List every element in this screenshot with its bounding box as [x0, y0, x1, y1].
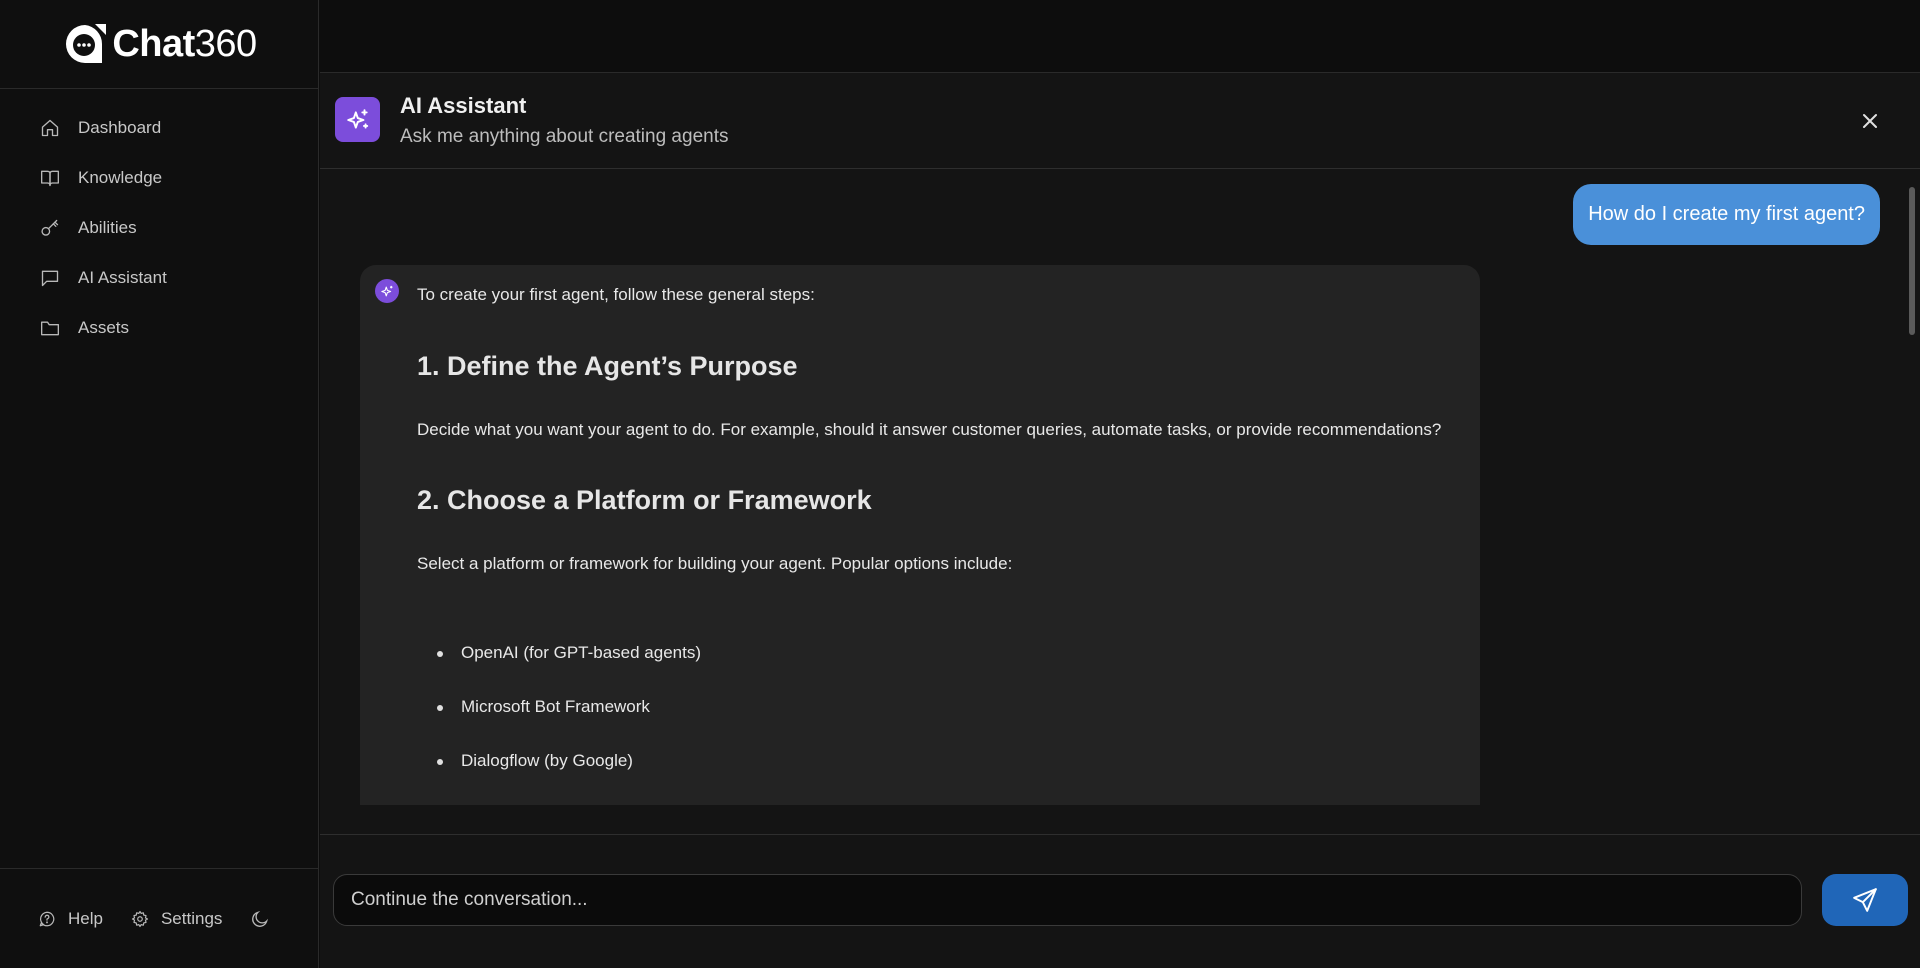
sparkles-icon [346, 108, 368, 129]
send-button[interactable] [1822, 874, 1908, 926]
sidebar-item-label: Assets [78, 318, 130, 337]
message-intro: To create your first agent, follow these… [417, 285, 815, 304]
sidebar-item-abilities[interactable]: Abilities [0, 203, 319, 253]
folder-icon [41, 321, 59, 336]
message-icon [41, 270, 59, 287]
assistant-avatar [335, 97, 380, 142]
chat-bubble-logo-icon [66, 24, 107, 63]
gear-icon [131, 910, 149, 927]
sidebar-nav: Dashboard Knowledge Abilities AI Assista… [0, 103, 319, 353]
sidebar-item-dashboard[interactable]: Dashboard [0, 103, 319, 153]
list-item: Microsoft Bot Framework [417, 697, 701, 751]
settings-button[interactable]: Settings [131, 909, 222, 929]
user-message: How do I create my first agent? [1573, 184, 1880, 245]
home-icon [41, 119, 59, 137]
list-item: OpenAI (for GPT-based agents) [417, 643, 701, 697]
send-icon [1853, 888, 1877, 912]
top-bar [320, 0, 1920, 73]
sidebar-item-label: Dashboard [78, 118, 162, 137]
message-paragraph-2: Select a platform or framework for build… [417, 554, 1013, 573]
settings-label: Settings [160, 908, 223, 928]
sidebar-item-label: Knowledge [78, 168, 163, 187]
chat-subtitle: Ask me anything about creating agents [400, 126, 729, 147]
brand-name: Chat360 [112, 22, 257, 65]
message-input[interactable] [333, 874, 1802, 926]
help-icon [39, 911, 55, 926]
assistant-message: To create your first agent, follow these… [360, 265, 1480, 805]
sidebar-item-label: Abilities [78, 218, 137, 237]
chat-title: AI Assistant [400, 93, 527, 118]
chat-header: AI Assistant Ask me anything about creat… [320, 73, 1920, 169]
sparkles-icon [380, 285, 392, 296]
sidebar-footer: Help Settings [0, 868, 319, 968]
options-list: OpenAI (for GPT-based agents) Microsoft … [417, 643, 701, 805]
message-list[interactable]: How do I create my first agent? To creat… [320, 169, 1920, 834]
close-button[interactable] [1858, 109, 1882, 133]
message-heading-2: 2. Choose a Platform or Framework [417, 485, 872, 515]
help-label: Help [68, 908, 103, 928]
sidebar: Chat360 Dashboard Knowledge Abilities AI… [0, 0, 319, 968]
theme-toggle-button[interactable] [250, 909, 270, 929]
assistant-message-avatar [375, 279, 399, 303]
sidebar-item-assets[interactable]: Assets [0, 303, 319, 353]
app-root: Chat360 Dashboard Knowledge Abilities AI… [0, 0, 1920, 968]
moon-icon [252, 910, 269, 927]
message-paragraph-1: Decide what you want your agent to do. F… [417, 420, 1442, 439]
close-icon [1863, 114, 1877, 128]
sidebar-item-label: AI Assistant [78, 268, 167, 287]
book-icon [41, 170, 59, 187]
composer [320, 834, 1920, 968]
key-icon [41, 219, 59, 236]
help-button[interactable]: Help [38, 909, 103, 929]
sidebar-item-knowledge[interactable]: Knowledge [0, 153, 319, 203]
message-heading-1: 1. Define the Agent’s Purpose [417, 351, 798, 381]
scrollbar-thumb[interactable] [1909, 187, 1915, 335]
list-item: Dialogflow (by Google) [417, 751, 701, 805]
logo[interactable]: Chat360 [0, 0, 319, 89]
sidebar-item-ai-assistant[interactable]: AI Assistant [0, 253, 319, 303]
